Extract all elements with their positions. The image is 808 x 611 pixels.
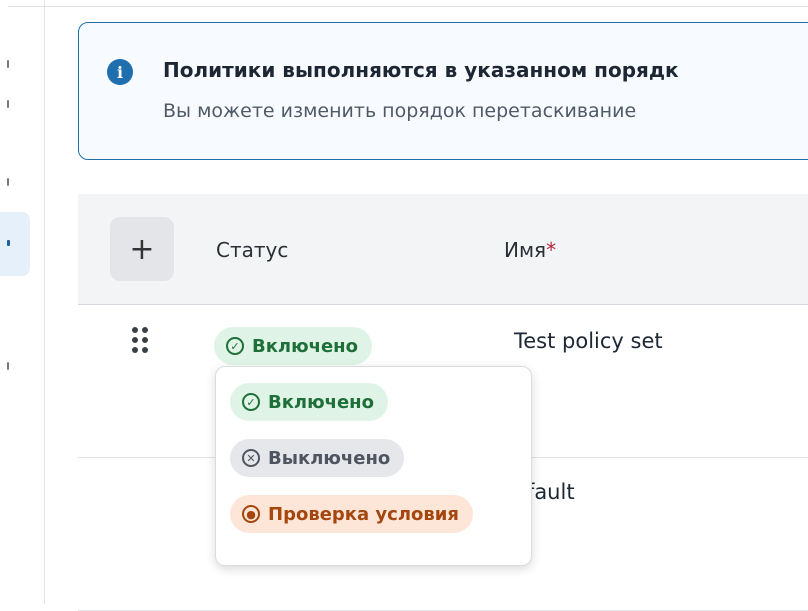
status-option-label: Выключено — [268, 447, 391, 469]
info-banner: i Политики выполняются в указанном поряд… — [78, 22, 808, 160]
sidebar-active-icon — [7, 240, 10, 246]
status-option-checking[interactable]: ● Проверка условия — [230, 495, 473, 533]
column-header-name-label: Имя — [504, 238, 547, 262]
add-button[interactable]: + — [110, 217, 174, 281]
status-option-label: Включено — [268, 391, 374, 413]
sidebar-active-item[interactable] — [0, 212, 30, 276]
required-mark: * — [546, 238, 557, 262]
check-circle-icon: ✓ — [242, 393, 260, 411]
edge-mark — [7, 178, 9, 186]
policy-name[interactable]: Test policy set — [514, 329, 663, 353]
banner-title: Политики выполняются в указанном порядк — [163, 58, 679, 82]
banner-subtitle: Вы можете изменить порядок перетаскивани… — [163, 100, 637, 122]
column-header-status[interactable]: Статус — [216, 238, 288, 262]
edge-mark — [7, 100, 9, 108]
status-option-label: Проверка условия — [268, 503, 459, 525]
status-option-disabled[interactable]: ✕ Выключено — [230, 439, 405, 477]
drag-handle-icon[interactable] — [132, 327, 152, 357]
status-option-enabled[interactable]: ✓ Включено — [230, 383, 388, 421]
plus-icon: + — [129, 231, 155, 267]
status-dropdown: ✓ Включено ✕ Выключено ● Проверка услови… — [215, 366, 532, 566]
eye-icon: ● — [242, 505, 260, 523]
status-badge-label: Включено — [252, 335, 358, 357]
column-header-name[interactable]: Имя* — [504, 238, 556, 262]
info-icon: i — [107, 59, 133, 85]
edge-mark — [7, 60, 9, 68]
sidebar-divider — [44, 0, 45, 604]
x-circle-icon: ✕ — [242, 449, 260, 467]
check-circle-icon: ✓ — [226, 337, 244, 355]
top-divider — [0, 6, 808, 7]
status-badge[interactable]: ✓ Включено — [214, 327, 372, 365]
left-edge — [0, 0, 9, 604]
edge-mark — [7, 362, 9, 370]
table-header: + Статус Имя* — [78, 194, 808, 305]
